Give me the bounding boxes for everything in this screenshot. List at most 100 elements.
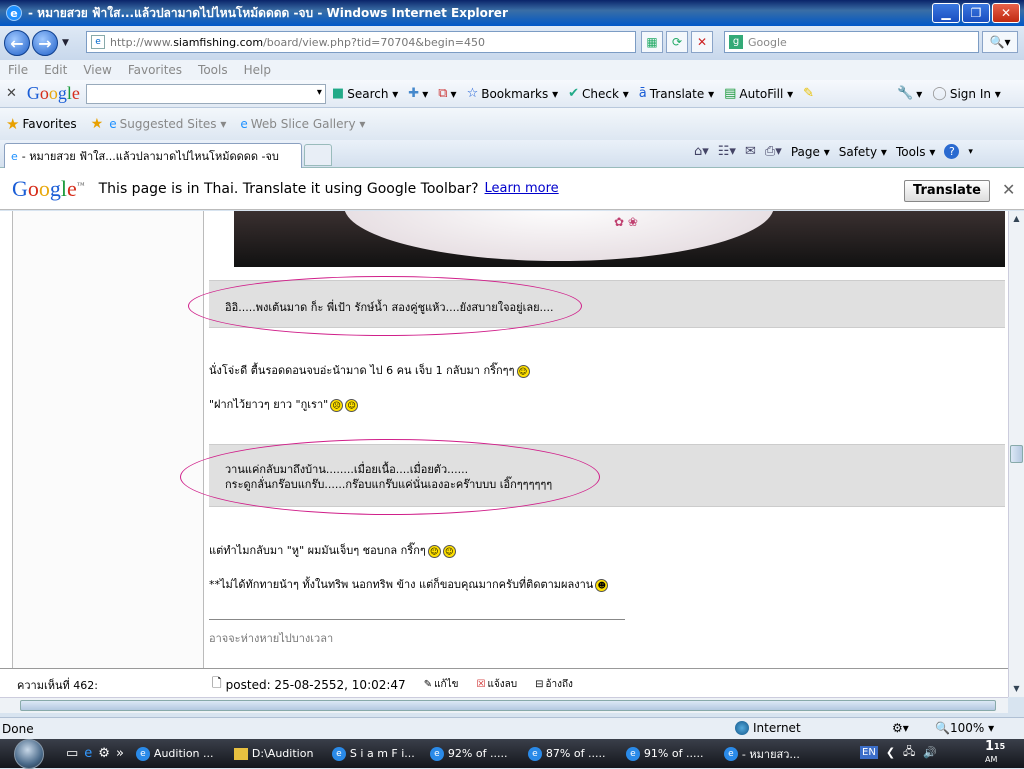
translate-button[interactable]: Translate <box>904 180 990 202</box>
popup-blocker-icon: ⧉ <box>438 86 448 101</box>
url-path: /board/view.php?tid=70704&begin=450 <box>263 35 485 49</box>
vertical-scrollbar[interactable]: ▲ ▼ <box>1008 211 1024 697</box>
edit-link[interactable]: ✎ แก้ไข <box>424 677 459 692</box>
new-tab-button[interactable] <box>304 144 332 166</box>
status-text: Done <box>2 721 34 736</box>
security-zone[interactable]: Internet <box>735 721 801 735</box>
volume-icon[interactable]: 🔊 <box>923 746 937 759</box>
taskbar-button[interactable]: D:\Audition <box>230 743 326 765</box>
refresh-icon[interactable]: ⟳ <box>666 31 688 53</box>
menu-item-tools[interactable]: Tools <box>198 63 228 77</box>
signature-divider <box>209 619 625 620</box>
popup-blocker-button[interactable]: ⧉ ▾ <box>438 86 456 101</box>
print-icon[interactable]: ⎙▾ <box>765 144 782 159</box>
menu-item-help[interactable]: Help <box>244 63 271 77</box>
url-field[interactable]: e http://www. siamfishing.com/board/view.… <box>86 31 636 53</box>
show-desktop-icon[interactable]: ▭ <box>66 746 78 761</box>
network-icon[interactable]: 🖧 <box>903 743 915 762</box>
home-icon[interactable]: ⌂▾ <box>694 144 709 159</box>
learn-more-link[interactable]: Learn more <box>485 181 559 196</box>
post-footer-row: ความเห็นที่ 462: 🗋 posted: 25-08-2552, 1… <box>0 668 1008 697</box>
zoom-control[interactable]: 🔍100% ▾ <box>935 721 994 735</box>
tab-current[interactable]: e - หมายสวย ฟ้าใส...แล้วปลามาดไปไหนโหม้ด… <box>4 143 302 168</box>
translate-toolbar-button[interactable]: ā Translate ▾ <box>639 86 714 101</box>
suggested-sites-link[interactable]: ★ e Suggested Sites ▾ <box>91 116 227 132</box>
menu-item-file[interactable]: File <box>8 63 28 77</box>
read-mail-icon[interactable]: ✉ <box>745 144 756 159</box>
close-toolbar-icon[interactable]: ✕ <box>6 86 17 101</box>
close-translate-icon[interactable]: ✕ <box>1002 180 1015 199</box>
check-button[interactable]: ✔ Check ▾ <box>568 86 629 101</box>
start-button[interactable] <box>14 738 44 769</box>
horizontal-scrollbar[interactable] <box>0 697 1008 713</box>
report-label: แจ้งลบ <box>487 679 518 690</box>
favorites-button[interactable]: Favorites <box>22 117 76 131</box>
tools-menu[interactable]: Tools ▾ <box>896 145 935 159</box>
taskbar-button[interactable]: e 92% of ..... <box>426 743 522 765</box>
google-search-provider-icon: g <box>729 35 743 49</box>
back-button[interactable]: ← <box>4 30 30 56</box>
menu-item-view[interactable]: View <box>83 63 111 77</box>
google-plus-button[interactable]: ✚ ▾ <box>408 86 428 101</box>
wrench-button[interactable]: 🔧 ▾ <box>897 86 922 101</box>
post-meta: 🗋 posted: 25-08-2552, 10:02:47 ✎ แก้ไข ☒ แ… <box>212 674 573 695</box>
smiley-icon: ☺ <box>427 544 441 558</box>
clock[interactable]: 115 AM <box>985 739 1005 766</box>
taskbar-button[interactable]: e- หมายสว... <box>720 743 816 765</box>
taskbar-button-label: 92% of ..... <box>447 747 508 760</box>
autofill-button[interactable]: ▤ AutoFill ▾ <box>724 86 793 101</box>
vertical-scroll-thumb[interactable] <box>1010 445 1023 463</box>
more-quicklaunch-icon[interactable]: » <box>116 746 124 761</box>
bookmarks-button[interactable]: ☆ Bookmarks ▾ <box>467 86 559 101</box>
taskbar-button[interactable]: e 87% of ..... <box>524 743 620 765</box>
protected-mode-icon[interactable]: ⚙▾ <box>892 721 909 735</box>
web-slice-gallery-link[interactable]: e Web Slice Gallery ▾ <box>240 117 365 131</box>
horizontal-scroll-thumb[interactable] <box>20 700 996 711</box>
address-buttons: ▦ ⟳ ✕ <box>641 31 713 53</box>
taskbar-button[interactable]: e Audition ... <box>132 743 228 765</box>
page-menu[interactable]: Page ▾ <box>791 145 830 159</box>
signin-button[interactable]: ◯ Sign In ▾ <box>932 86 1001 101</box>
ie-quicklaunch-icon[interactable]: e <box>84 746 92 761</box>
google-search-input[interactable] <box>85 83 326 104</box>
taskbar-button[interactable]: eS i a m F i... <box>328 743 424 765</box>
document-icon: 🗋 <box>212 676 222 690</box>
quick-launch: ▭ e ⚙ » <box>66 746 124 761</box>
scroll-down-icon[interactable]: ▼ <box>1009 681 1024 697</box>
taskbar-button[interactable]: e 91% of ..... <box>622 743 718 765</box>
close-button[interactable]: ✕ <box>992 3 1020 23</box>
clock-hour: 1 <box>985 739 995 754</box>
menu-item-edit[interactable]: Edit <box>44 63 67 77</box>
quote-label: อ้างถึง <box>545 679 573 690</box>
maximize-button[interactable]: ❐ <box>962 3 990 23</box>
scroll-up-icon[interactable]: ▲ <box>1009 211 1024 227</box>
ie-task-icon: e <box>331 746 346 761</box>
safety-menu[interactable]: Safety ▾ <box>839 145 887 159</box>
post-author-column <box>12 211 204 697</box>
stop-icon[interactable]: ✕ <box>691 31 713 53</box>
search-go-button[interactable]: 🔍▾ <box>982 31 1018 53</box>
google-search-button[interactable]: ■ Search ▾ <box>332 86 398 101</box>
ie-small-icon: e <box>240 117 248 131</box>
address-bar: ← → ▼ e http://www. siamfishing.com/board… <box>0 26 1024 60</box>
menu-item-favorites[interactable]: Favorites <box>128 63 182 77</box>
google-search-label: Search <box>347 86 389 101</box>
settings-quicklaunch-icon[interactable]: ⚙ <box>98 746 110 761</box>
feeds-icon[interactable]: ☷▾ <box>718 144 736 159</box>
highlight-button[interactable]: ✎ <box>803 86 817 101</box>
history-dropdown-icon[interactable]: ▼ <box>62 38 69 48</box>
tray-expand-icon[interactable]: ❮ <box>886 746 895 759</box>
language-indicator[interactable]: EN <box>860 746 878 759</box>
search-input[interactable]: g Google <box>724 31 979 53</box>
post-paragraph-3: แต่ทำไมกลับมา "หู" ผมมันเจ็บๆ ชอบกล กริ๊… <box>209 541 456 559</box>
minimize-button[interactable]: ▁ <box>932 3 960 23</box>
forward-button[interactable]: → <box>32 30 58 56</box>
help-icon[interactable]: ? <box>944 144 960 159</box>
ie-small-icon: e <box>109 117 117 131</box>
quote-link[interactable]: ⊟ อ้างถึง <box>535 677 573 692</box>
url-host: siamfishing.com <box>173 35 264 49</box>
spellcheck-icon: ✔ <box>568 86 580 101</box>
compatibility-view-icon[interactable]: ▦ <box>641 31 663 53</box>
report-link[interactable]: ☒ แจ้งลบ <box>476 677 517 692</box>
taskbar-button-label: 91% of ..... <box>643 747 704 760</box>
